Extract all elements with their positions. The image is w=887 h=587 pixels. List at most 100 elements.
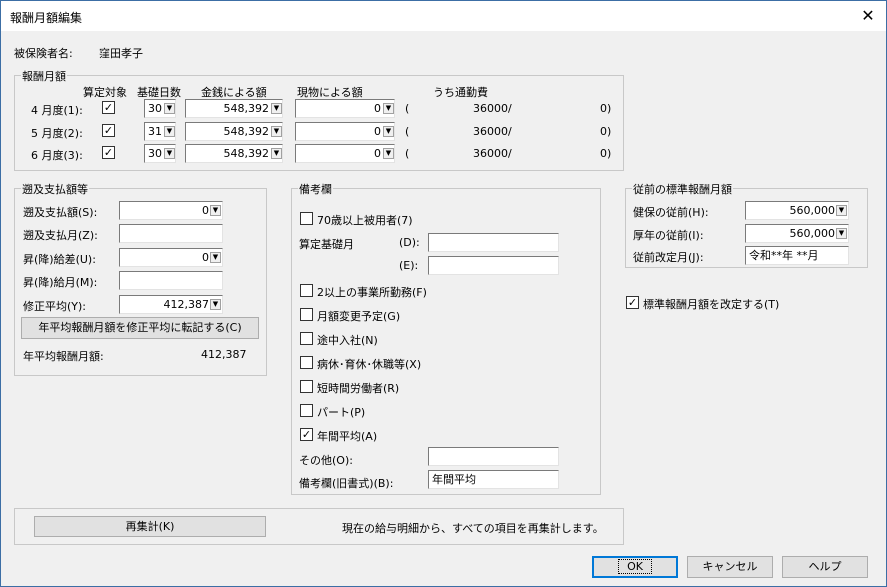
money-input[interactable]: 548,392	[185, 144, 283, 163]
slash: /	[508, 102, 512, 115]
help-button[interactable]: ヘルプ	[782, 556, 868, 578]
santei-checkbox[interactable]: ✓	[102, 124, 115, 137]
chevron-down-icon[interactable]: ▼	[271, 148, 282, 159]
prev-group-title: 従前の標準報酬月額	[632, 181, 733, 197]
cancel-button-label: キャンセル	[702, 560, 758, 573]
raise-month-label: 昇(降)給月(M):	[23, 276, 98, 289]
money-input[interactable]: 548,392	[185, 99, 283, 118]
chevron-down-icon[interactable]: ▼	[383, 148, 394, 159]
santei-checkbox[interactable]: ✓	[102, 146, 115, 159]
ok-button[interactable]: OK	[592, 556, 678, 578]
close-icon[interactable]: ✕	[853, 5, 883, 27]
diff-input[interactable]: 0	[119, 248, 223, 267]
help-button-label: ヘルプ	[808, 560, 842, 573]
avg-input[interactable]: 412,387	[119, 295, 223, 314]
retro-amount-value: 0	[202, 204, 209, 217]
pension-input[interactable]: 560,000	[745, 224, 849, 243]
revise-label: 標準報酬月額を改定する(T)	[643, 298, 780, 311]
days-value: 30	[148, 147, 162, 160]
commute-value: 36000	[473, 125, 508, 138]
old-remarks-input[interactable]: 年間平均	[428, 470, 559, 489]
chevron-down-icon[interactable]: ▼	[383, 103, 394, 114]
health-input[interactable]: 560,000	[745, 201, 849, 220]
revised-input[interactable]: 令和**年 **月	[745, 246, 849, 265]
chevron-down-icon[interactable]: ▼	[210, 252, 221, 263]
revised-value: 令和**年 **月	[749, 249, 819, 262]
multi-office-checkbox[interactable]	[300, 284, 313, 297]
d-input[interactable]	[428, 233, 559, 252]
chevron-down-icon[interactable]: ▼	[164, 103, 175, 114]
leave-label: 病休･育休･休職等(X)	[317, 358, 422, 371]
retro-month-input[interactable]	[119, 224, 223, 243]
chevron-down-icon[interactable]: ▼	[836, 228, 847, 239]
header-tsukin: うち通勤費	[433, 86, 488, 99]
commute-value: 36000	[473, 102, 508, 115]
row-month-label: 5 月度(2):	[31, 127, 83, 140]
e-input[interactable]	[428, 256, 559, 275]
money-value: 548,392	[223, 147, 270, 160]
chevron-down-icon[interactable]: ▼	[271, 126, 282, 137]
revise-checkbox[interactable]: ✓	[626, 296, 639, 309]
annual-avg-label: 年間平均(A)	[317, 430, 378, 443]
annual-avg-checkbox[interactable]: ✓	[300, 428, 313, 441]
old-remarks-label: 備考欄(旧書式)(B):	[299, 477, 394, 490]
change-planned-checkbox[interactable]	[300, 308, 313, 321]
chevron-down-icon[interactable]: ▼	[383, 126, 394, 137]
raise-month-input[interactable]	[119, 271, 223, 290]
other-value: 0)	[600, 125, 612, 138]
revised-label: 従前改定月(J):	[633, 251, 704, 264]
santei-checkbox[interactable]: ✓	[102, 101, 115, 114]
paren-open: (	[405, 147, 410, 160]
chevron-down-icon[interactable]: ▼	[271, 103, 282, 114]
old-remarks-value: 年間平均	[432, 473, 476, 486]
header-genbutsu: 現物による額	[297, 86, 363, 99]
chevron-down-icon[interactable]: ▼	[210, 299, 221, 310]
chevron-down-icon[interactable]: ▼	[164, 126, 175, 137]
avg-label: 修正平均(Y):	[23, 300, 87, 313]
transfer-button[interactable]: 年平均報酬月額を修正平均に転記する(C)	[21, 317, 259, 339]
goods-value: 0	[374, 125, 381, 138]
health-value: 560,000	[789, 204, 836, 217]
cancel-button[interactable]: キャンセル	[687, 556, 773, 578]
days-value: 31	[148, 125, 162, 138]
header-kiso: 基礎日数	[137, 86, 181, 99]
retro-amount-input[interactable]: 0	[119, 201, 223, 220]
annual-label: 年平均報酬月額:	[23, 350, 104, 363]
retro-amount-label: 遡及支払額(S):	[23, 206, 98, 219]
goods-input[interactable]: 0	[295, 144, 395, 163]
chevron-down-icon[interactable]: ▼	[836, 205, 847, 216]
money-value: 548,392	[223, 102, 270, 115]
annual-value: 412,387	[201, 348, 247, 361]
chevron-down-icon[interactable]: ▼	[210, 205, 221, 216]
mid-join-checkbox[interactable]	[300, 332, 313, 345]
recalc-button-label: 再集計(K)	[125, 520, 175, 533]
pension-value: 560,000	[789, 227, 836, 240]
money-input[interactable]: 548,392	[185, 122, 283, 141]
paren-open: (	[405, 102, 410, 115]
short-time-checkbox[interactable]	[300, 380, 313, 393]
other-value: 0)	[600, 102, 612, 115]
other-input[interactable]	[428, 447, 559, 466]
part-label: パート(P)	[317, 406, 366, 419]
diff-label: 昇(降)給差(U):	[23, 253, 96, 266]
row-month-label: 6 月度(3):	[31, 149, 83, 162]
money-value: 548,392	[223, 125, 270, 138]
transfer-button-label: 年平均報酬月額を修正平均に転記する(C)	[38, 321, 242, 334]
kiso-month-label: 算定基礎月	[299, 238, 354, 251]
part-checkbox[interactable]	[300, 404, 313, 417]
health-label: 健保の従前(H):	[633, 206, 709, 219]
ok-button-label: OK	[618, 559, 652, 574]
recalc-button[interactable]: 再集計(K)	[34, 516, 266, 537]
insured-label: 被保険者名:	[14, 47, 73, 60]
retro-month-label: 遡及支払月(Z):	[23, 229, 98, 242]
recalc-note: 現在の給与明細から、すべての項目を再集計します。	[342, 522, 604, 535]
change-planned-label: 月額変更予定(G)	[317, 310, 401, 323]
chevron-down-icon[interactable]: ▼	[164, 148, 175, 159]
title-bar: 報酬月額編集 ✕	[1, 1, 886, 31]
goods-input[interactable]: 0	[295, 122, 395, 141]
d-label: (D):	[399, 236, 420, 249]
monthly-group-title: 報酬月額	[21, 68, 67, 84]
leave-checkbox[interactable]	[300, 356, 313, 369]
goods-input[interactable]: 0	[295, 99, 395, 118]
over70-checkbox[interactable]	[300, 212, 313, 225]
